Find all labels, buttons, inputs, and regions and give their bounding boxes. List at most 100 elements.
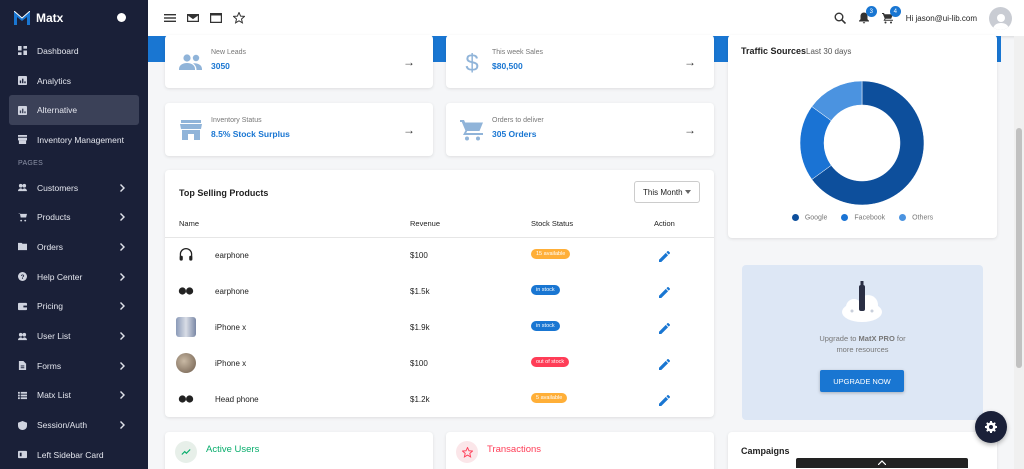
notification-button[interactable]: 3 xyxy=(858,6,877,24)
legend-label: Facebook xyxy=(854,214,886,222)
stat-text: This week Sales $80,500 xyxy=(492,49,543,71)
arrow-right-icon[interactable]: → xyxy=(403,55,415,69)
sidebar-item-customers[interactable]: Customers xyxy=(0,173,148,203)
traffic-donut-chart xyxy=(799,80,925,206)
month-select[interactable]: This Month xyxy=(634,181,700,203)
sidebar-item-label: Inventory Management xyxy=(37,134,124,145)
wallet-icon xyxy=(18,302,27,311)
sidebar-pages: Customers Products Orders ? Help Center … xyxy=(0,173,148,469)
help-icon: ? xyxy=(18,272,27,282)
sidebar-item-label: Customers xyxy=(37,182,79,193)
product-name: earphone xyxy=(215,287,249,296)
star-icon[interactable] xyxy=(233,12,245,24)
sidebar-toggle[interactable] xyxy=(117,13,126,22)
sidebar-item-orders[interactable]: Orders xyxy=(0,232,148,262)
stat-text: New Leads 3050 xyxy=(211,49,246,71)
chevron-right-icon xyxy=(120,213,126,222)
search-icon[interactable] xyxy=(834,12,846,24)
chevron-right-icon xyxy=(120,421,126,430)
sidebar-item-dashboard[interactable]: Dashboard xyxy=(0,36,148,66)
topbar: 3 4 Hi jason@ui-lib.com xyxy=(148,0,1024,36)
cart-icon xyxy=(460,119,484,141)
edit-icon[interactable] xyxy=(659,249,671,262)
stat-card-weekly-sales[interactable]: $ This week Sales $80,500 → xyxy=(446,35,714,88)
sidebar-item-label: Help Center xyxy=(37,271,83,282)
person-icon xyxy=(992,13,1009,30)
earbuds-icon xyxy=(178,395,194,403)
edit-icon[interactable] xyxy=(659,285,671,298)
legend-label: Others xyxy=(912,214,934,222)
sidebar-item-inventory-management[interactable]: Inventory Management xyxy=(0,125,148,155)
web-asset-icon[interactable] xyxy=(210,12,222,24)
sidebar-item-matx-list[interactable]: Matx List xyxy=(0,381,148,411)
stat-label: This week Sales xyxy=(492,49,543,56)
table-row: Head phone $1.2k 5 available xyxy=(165,381,714,417)
user-greeting: Hi jason@ui-lib.com xyxy=(905,13,977,23)
arrow-right-icon[interactable]: → xyxy=(684,123,696,137)
sidebar-item-forms[interactable]: Forms xyxy=(0,351,148,381)
stat-card-inventory-status[interactable]: Inventory Status 8.5% Stock Surplus → xyxy=(165,103,433,156)
scroll-up-tab[interactable] xyxy=(796,458,968,468)
arrow-right-icon[interactable]: → xyxy=(403,123,415,137)
upgrade-text: Upgrade to MatX PRO for more resources xyxy=(742,333,983,355)
stat-label: Orders to deliver xyxy=(492,117,544,124)
scrollbar-thumb[interactable] xyxy=(1016,128,1022,368)
upgrade-text-line2: more resources xyxy=(836,345,889,354)
product-revenue: $1.5k xyxy=(410,287,430,296)
legend-dot xyxy=(841,214,849,221)
sidebar-item-label: Matx List xyxy=(37,390,72,401)
settings-fab[interactable] xyxy=(975,411,1007,443)
dashboard-icon xyxy=(18,46,27,56)
product-thumbnail xyxy=(176,353,196,373)
chevron-right-icon xyxy=(120,361,126,370)
product-thumbnail xyxy=(176,317,196,337)
edit-icon[interactable] xyxy=(659,357,671,370)
sidebar-item-user-list[interactable]: User List xyxy=(0,321,148,351)
column-header-action: Action xyxy=(654,219,675,228)
notification-badge: 3 xyxy=(865,6,877,17)
sidebar-item-label: Session/Auth xyxy=(37,420,88,431)
sidebar-item-session-auth[interactable]: Session/Auth xyxy=(0,410,148,440)
upgrade-now-button[interactable]: UPGRADE NOW xyxy=(820,370,904,392)
menu-icon[interactable] xyxy=(164,12,176,24)
stat-card-orders-to-deliver[interactable]: Orders to deliver 305 Orders → xyxy=(446,103,714,156)
product-thumbnail xyxy=(176,281,196,301)
chevron-up-icon xyxy=(878,460,886,465)
sidebar-item-label: Left Sidebar Card xyxy=(37,449,104,460)
sidebar-item-pricing[interactable]: Pricing xyxy=(0,292,148,322)
card-title: Transactions xyxy=(487,444,542,455)
sidebar-item-alternative[interactable]: Alternative xyxy=(9,95,139,126)
settings-icon xyxy=(985,421,997,433)
traffic-sources-card: Traffic SourcesLast 30 days Google Faceb… xyxy=(728,35,997,238)
sidebar-section-label: PAGES xyxy=(18,160,44,168)
product-revenue: $100 xyxy=(410,359,428,368)
edit-icon[interactable] xyxy=(659,321,671,334)
arrow-right-icon[interactable]: → xyxy=(684,55,696,69)
table-row: iPhone x $1.9k in stock xyxy=(165,309,714,345)
scrollbar[interactable] xyxy=(1014,36,1024,469)
list-icon xyxy=(18,391,27,400)
avatar[interactable] xyxy=(989,6,1012,30)
chart-legend: Google Facebook Others xyxy=(728,214,997,221)
sidebar-item-left-sidebar-card[interactable]: Left Sidebar Card xyxy=(0,440,148,469)
upgrade-text-suffix: for xyxy=(894,334,906,343)
sidebar-item-label: Forms xyxy=(37,360,62,371)
sidebar-item-products[interactable]: Products xyxy=(0,202,148,232)
table-row: earphone $1.5k in stock xyxy=(165,273,714,309)
sidebar-item-help-center[interactable]: ? Help Center xyxy=(0,262,148,292)
chevron-right-icon xyxy=(120,183,126,192)
legend-item-facebook[interactable]: Facebook xyxy=(841,214,885,221)
column-header-name: Name xyxy=(179,219,200,228)
mail-icon[interactable] xyxy=(187,12,199,24)
stat-card-new-leads[interactable]: New Leads 3050 → xyxy=(165,35,433,88)
analytics-icon xyxy=(18,76,27,86)
legend-dot xyxy=(899,214,907,221)
main-content: New Leads 3050 → $ This week Sales $80,5… xyxy=(148,35,1024,469)
sidebar-item-analytics[interactable]: Analytics xyxy=(0,66,148,96)
edit-icon[interactable] xyxy=(659,393,671,406)
view-icon xyxy=(18,450,27,459)
cart-button[interactable]: 4 xyxy=(881,6,901,24)
legend-item-others[interactable]: Others xyxy=(899,214,933,221)
product-revenue: $1.9k xyxy=(410,323,430,332)
legend-item-google[interactable]: Google xyxy=(791,214,827,221)
